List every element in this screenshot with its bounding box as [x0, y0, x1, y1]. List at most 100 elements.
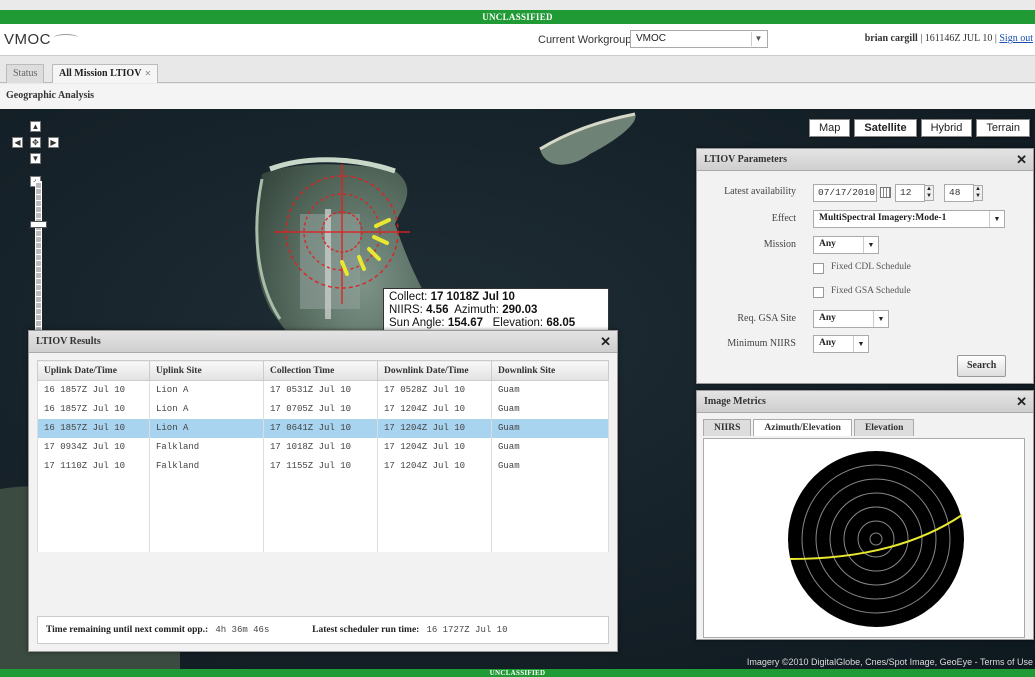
chevron-down-icon[interactable]: ▼	[751, 32, 765, 46]
polar-background	[788, 451, 964, 627]
pan-left-icon[interactable]: ◀	[12, 137, 23, 148]
pan-up-icon[interactable]: ▲	[30, 121, 41, 132]
effect-select[interactable]: MultiSpectral Imagery:Mode-1 ▼	[813, 210, 1005, 228]
map-type-terrain[interactable]: Terrain	[976, 119, 1030, 137]
search-button[interactable]: Search	[957, 355, 1007, 377]
classification-banner-bottom: UNCLASSIFIED	[0, 669, 1035, 677]
col-collection-time[interactable]: Collection Time	[263, 360, 378, 381]
tab-status[interactable]: Status	[6, 64, 45, 83]
pan-right-icon[interactable]: ▶	[48, 137, 59, 148]
col-uplink-datetime[interactable]: Uplink Date/Time	[37, 360, 150, 381]
workgroup-label: Current Workgroup:	[538, 34, 635, 46]
cell: 17 0641Z Jul 10	[263, 418, 378, 438]
req-gsa-site-select[interactable]: Any ▼	[813, 310, 889, 328]
ltiov-results-panel: LTIOV Results ✕ Uplink Date/Time Uplink …	[28, 330, 618, 652]
date-input[interactable]: 07/17/2010	[813, 184, 877, 202]
app-logo[interactable]: VMOC	[4, 31, 78, 48]
cell: 17 1204Z Jul 10	[377, 437, 492, 457]
azimuth-label: Azimuth:	[454, 304, 499, 316]
minimum-niirs-value: Any	[819, 338, 836, 348]
tab-azimuth-elevation[interactable]: Azimuth/Elevation	[753, 419, 852, 436]
cell: 17 1204Z Jul 10	[377, 399, 492, 419]
ltiov-results-header: LTIOV Results ✕	[29, 331, 617, 353]
table-row[interactable]: 17 0934Z Jul 10 Falkland 17 1018Z Jul 10…	[37, 437, 609, 457]
effect-value: MultiSpectral Imagery:Mode-1	[819, 213, 947, 223]
image-metrics-header: Image Metrics ✕	[697, 391, 1033, 413]
latest-availability-label: Latest availability	[724, 186, 796, 197]
cell: Falkland	[149, 437, 264, 457]
image-metrics-title: Image Metrics	[704, 396, 766, 407]
scheduler-run-label: Latest scheduler run time:	[312, 625, 420, 635]
chevron-down-icon[interactable]: ▼	[989, 211, 1004, 227]
zoom-slider-handle[interactable]	[30, 221, 47, 228]
col-downlink-site[interactable]: Downlink Site	[491, 360, 609, 381]
image-metrics-panel: Image Metrics ✕ NIIRS Azimuth/Elevation …	[696, 390, 1034, 640]
minute-stepper-icon[interactable]: ▲ ▼	[973, 185, 983, 201]
table-row[interactable]: 16 1857Z Jul 10 Lion A 17 0531Z Jul 10 1…	[37, 380, 609, 400]
chevron-down-icon[interactable]: ▼	[873, 311, 888, 327]
table-row-empty	[37, 513, 609, 533]
col-uplink-site[interactable]: Uplink Site	[149, 360, 264, 381]
cell: 17 1204Z Jul 10	[377, 456, 492, 476]
cell: 16 1857Z Jul 10	[37, 418, 150, 438]
tab-niirs[interactable]: NIIRS	[703, 419, 752, 436]
chevron-down-icon[interactable]: ▼	[863, 237, 878, 253]
cell: Guam	[491, 380, 609, 400]
tab-all-mission-ltiov[interactable]: All Mission LTIOV ✕	[52, 64, 159, 83]
calendar-icon[interactable]	[880, 187, 891, 198]
user-info: brian cargill | 161146Z JUL 10 | Sign ou…	[865, 33, 1033, 44]
close-icon[interactable]: ✕	[600, 334, 611, 350]
map-type-map[interactable]: Map	[808, 119, 851, 137]
table-row[interactable]: 17 1110Z Jul 10 Falkland 17 1155Z Jul 10…	[37, 456, 609, 476]
fixed-gsa-label: Fixed GSA Schedule	[831, 286, 911, 296]
scheduler-run-value: 16 1727Z Jul 10	[426, 625, 508, 635]
cell: 17 1204Z Jul 10	[377, 418, 492, 438]
fixed-cdl-label: Fixed CDL Schedule	[831, 262, 911, 272]
zoom-slider[interactable]	[35, 181, 42, 341]
mission-label: Mission	[763, 239, 796, 250]
pan-center-icon[interactable]: ✥	[30, 137, 41, 148]
cell: 17 0934Z Jul 10	[37, 437, 150, 457]
workgroup-select[interactable]: VMOC ▼	[630, 30, 768, 48]
niirs-label: NIIRS:	[389, 304, 423, 316]
mission-value: Any	[819, 239, 836, 249]
table-row[interactable]: 16 1857Z Jul 10 Lion A 17 0705Z Jul 10 1…	[37, 399, 609, 419]
workgroup-value: VMOC	[636, 33, 666, 44]
chevron-down-icon[interactable]: ▼	[853, 336, 868, 352]
cell: Guam	[491, 399, 609, 419]
close-tab-icon[interactable]: ✕	[144, 69, 151, 78]
user-time: | 161146Z JUL 10 |	[920, 33, 997, 44]
mission-select[interactable]: Any ▼	[813, 236, 879, 254]
map-type-hybrid[interactable]: Hybrid	[920, 119, 973, 137]
minimum-niirs-select[interactable]: Any ▼	[813, 335, 869, 353]
minute-input[interactable]: 48	[944, 184, 974, 202]
table-row-selected[interactable]: 16 1857Z Jul 10 Lion A 17 0641Z Jul 10 1…	[37, 418, 609, 438]
map-type-satellite[interactable]: Satellite	[854, 119, 917, 137]
niirs-value: 4.56	[426, 304, 449, 316]
cell: 17 1018Z Jul 10	[263, 437, 378, 457]
cell: 17 0531Z Jul 10	[263, 380, 378, 400]
signout-link[interactable]: Sign out	[999, 33, 1033, 44]
fixed-cdl-checkbox[interactable]	[813, 263, 824, 274]
tab-elevation[interactable]: Elevation	[853, 419, 915, 436]
page-title: Geographic Analysis	[0, 84, 1035, 109]
minimum-niirs-label: Minimum NIIRS	[727, 338, 796, 349]
fixed-gsa-checkbox[interactable]	[813, 287, 824, 298]
close-icon[interactable]: ✕	[1016, 394, 1027, 410]
hour-input[interactable]: 12	[895, 184, 925, 202]
col-downlink-datetime[interactable]: Downlink Date/Time	[377, 360, 492, 381]
tab-ltiov-label: All Mission LTIOV	[59, 68, 142, 79]
collect-value: 17 1018Z Jul 10	[430, 291, 515, 303]
ltiov-parameters-header: LTIOV Parameters ✕	[697, 149, 1033, 171]
close-icon[interactable]: ✕	[1016, 152, 1027, 168]
cell: 16 1857Z Jul 10	[37, 380, 150, 400]
sun-angle-label: Sun Angle:	[389, 317, 445, 329]
azimuth-elevation-plot	[703, 438, 1025, 638]
cell: Falkland	[149, 456, 264, 476]
cell: Lion A	[149, 380, 264, 400]
cell: 17 0705Z Jul 10	[263, 399, 378, 419]
time-remaining-value: 4h 36m 46s	[215, 625, 270, 635]
hour-stepper-icon[interactable]: ▲ ▼	[924, 185, 934, 201]
pan-down-icon[interactable]: ▼	[30, 153, 41, 164]
cell: Guam	[491, 418, 609, 438]
